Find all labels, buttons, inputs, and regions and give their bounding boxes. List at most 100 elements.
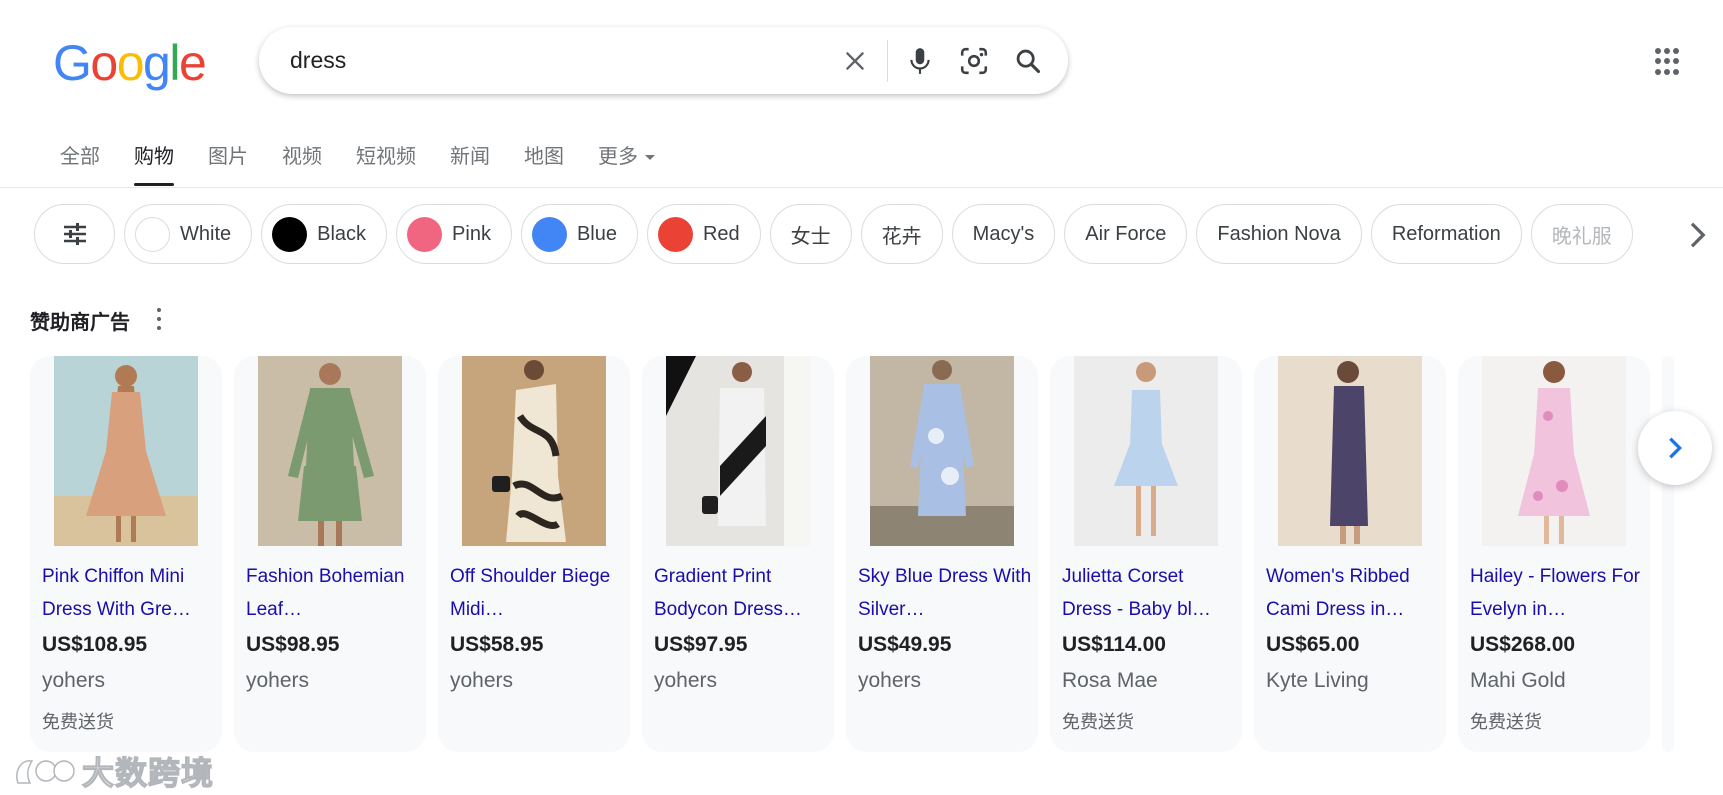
product-image[interactable] xyxy=(666,356,810,546)
product-title[interactable]: Sky Blue Dress With Silver… xyxy=(858,560,1032,626)
watermark-text: 大数跨境 xyxy=(81,754,215,791)
microphone-icon[interactable] xyxy=(898,39,942,83)
lens-camera-icon[interactable] xyxy=(952,39,996,83)
logo-letter: o xyxy=(116,35,145,91)
filter-settings-button[interactable] xyxy=(34,204,115,264)
product-merchant: yohers xyxy=(246,669,310,692)
product-price: US$97.95 xyxy=(654,633,748,656)
product-title[interactable]: Gradient Print Bodycon Dress… xyxy=(654,560,828,626)
chip-reformation[interactable]: Reformation xyxy=(1370,204,1522,264)
product-image[interactable] xyxy=(1074,356,1218,546)
search-divider xyxy=(887,39,888,82)
logo-letter: g xyxy=(143,35,171,91)
tab-videos[interactable]: 视频 xyxy=(282,140,322,186)
filter-chips: White Black Pink Blue Red 女士 花卉 Macy's A… xyxy=(34,204,1694,266)
product-title[interactable]: Hailey - Flowers For Evelyn in… xyxy=(1470,560,1644,626)
color-swatch xyxy=(657,216,693,252)
chip-pink[interactable]: Pink xyxy=(396,204,512,264)
product-price: US$65.00 xyxy=(1266,633,1360,656)
chip-label: Pink xyxy=(452,222,491,245)
tab-maps[interactable]: 地图 xyxy=(524,140,564,186)
tab-all[interactable]: 全部 xyxy=(60,140,100,186)
product-price: US$108.95 xyxy=(42,633,148,656)
chip-label: White xyxy=(180,222,232,245)
product-carousel: Pink Chiffon Mini Dress With Gre… US$108… xyxy=(30,356,1675,756)
product-merchant: yohers xyxy=(654,669,718,692)
chip-air-force[interactable]: Air Force xyxy=(1064,204,1188,264)
product-image[interactable] xyxy=(462,356,606,546)
product-merchant: yohers xyxy=(450,669,514,692)
sponsored-heading: 赞助商广告 xyxy=(30,312,130,334)
logo-letter: e xyxy=(178,35,207,91)
tab-news[interactable]: 新闻 xyxy=(450,140,490,186)
shipping-note: 免费送货 xyxy=(1062,712,1134,732)
chip-black[interactable]: Black xyxy=(261,204,388,264)
tab-short-videos[interactable]: 短视频 xyxy=(356,140,416,186)
color-swatch xyxy=(272,216,308,252)
more-vert-icon[interactable] xyxy=(155,308,163,330)
tab-more[interactable]: 更多 xyxy=(598,140,655,186)
chip-label: Red xyxy=(702,222,740,245)
chip-macys[interactable]: Macy's xyxy=(951,204,1056,264)
product-price: US$114.00 xyxy=(1062,633,1166,656)
product-merchant: yohers xyxy=(42,669,106,692)
chip-floral[interactable]: 花卉 xyxy=(860,204,943,264)
product-image[interactable] xyxy=(258,356,402,546)
tab-more-label: 更多 xyxy=(598,146,638,168)
product-image[interactable] xyxy=(1278,356,1422,546)
product-image[interactable] xyxy=(54,356,198,546)
product-merchant: Mahi Gold xyxy=(1470,669,1566,692)
chip-women[interactable]: 女士 xyxy=(769,204,852,264)
carousel-next-button[interactable] xyxy=(1638,411,1712,485)
product-price: US$49.95 xyxy=(858,633,952,656)
product-card[interactable]: Off Shoulder Biege Midi… US$58.95 yohers xyxy=(438,356,630,752)
color-swatch xyxy=(531,216,567,252)
product-card[interactable]: Gradient Print Bodycon Dress… US$97.95 y… xyxy=(642,356,834,752)
chevron-right-icon xyxy=(1669,437,1682,459)
shipping-note: 免费送货 xyxy=(1470,712,1542,732)
product-title[interactable]: Off Shoulder Biege Midi… xyxy=(450,560,624,626)
watermark: 大数跨境 xyxy=(12,748,214,794)
product-price: US$98.95 xyxy=(246,633,340,656)
product-title[interactable]: Pink Chiffon Mini Dress With Gre… xyxy=(42,560,216,626)
search-tabs: 全部 购物 图片 视频 短视频 新闻 地图 更多 xyxy=(60,140,689,186)
watermark-logo-icon xyxy=(16,760,75,784)
product-merchant: yohers xyxy=(858,669,922,692)
search-icon[interactable] xyxy=(1006,39,1050,83)
caret-down-icon xyxy=(645,155,655,161)
shipping-note: 免费送货 xyxy=(42,712,114,732)
chip-evening-gown[interactable]: 晚礼服 xyxy=(1530,204,1633,264)
product-title[interactable]: Julietta Corset Dress - Baby bl… xyxy=(1062,560,1236,626)
product-card[interactable]: Sky Blue Dress With Silver… US$49.95 yoh… xyxy=(846,356,1038,752)
chip-red[interactable]: Red xyxy=(646,204,761,264)
product-title[interactable]: Women's Ribbed Cami Dress in… xyxy=(1266,560,1440,626)
chevron-right-icon[interactable] xyxy=(1682,220,1712,250)
product-image[interactable] xyxy=(1482,356,1626,546)
google-logo[interactable]: Google xyxy=(53,35,207,91)
tabs-divider xyxy=(0,187,1723,188)
chip-label: Black xyxy=(317,222,367,245)
product-card[interactable]: Women's Ribbed Cami Dress in… US$65.00 K… xyxy=(1254,356,1446,752)
tab-shopping[interactable]: 购物 xyxy=(134,140,174,186)
product-price: US$268.00 xyxy=(1470,633,1576,656)
chip-label: Blue xyxy=(576,222,617,245)
search-box[interactable]: dress xyxy=(259,27,1068,94)
chip-white[interactable]: White xyxy=(124,204,253,264)
product-merchant: Rosa Mae xyxy=(1062,669,1158,692)
product-price: US$58.95 xyxy=(450,633,544,656)
search-input[interactable]: dress xyxy=(290,47,833,74)
apps-grid-icon[interactable] xyxy=(1655,48,1683,76)
clear-icon[interactable] xyxy=(833,39,877,83)
product-merchant: Kyte Living xyxy=(1266,669,1369,692)
product-card[interactable]: Fashion Bohemian Leaf… US$98.95 yohers xyxy=(234,356,426,752)
chip-blue[interactable]: Blue xyxy=(520,204,638,264)
product-card[interactable]: Julietta Corset Dress - Baby bl… US$114.… xyxy=(1050,356,1242,752)
tab-images[interactable]: 图片 xyxy=(208,140,248,186)
logo-letter: G xyxy=(53,35,92,91)
product-title[interactable]: Fashion Bohemian Leaf… xyxy=(246,560,420,626)
sliders-icon xyxy=(63,223,86,245)
product-card[interactable]: Pink Chiffon Mini Dress With Gre… US$108… xyxy=(30,356,222,752)
product-image[interactable] xyxy=(870,356,1014,546)
product-card[interactable]: Hailey - Flowers For Evelyn in… US$268.0… xyxy=(1458,356,1650,752)
chip-fashion-nova[interactable]: Fashion Nova xyxy=(1196,204,1362,264)
